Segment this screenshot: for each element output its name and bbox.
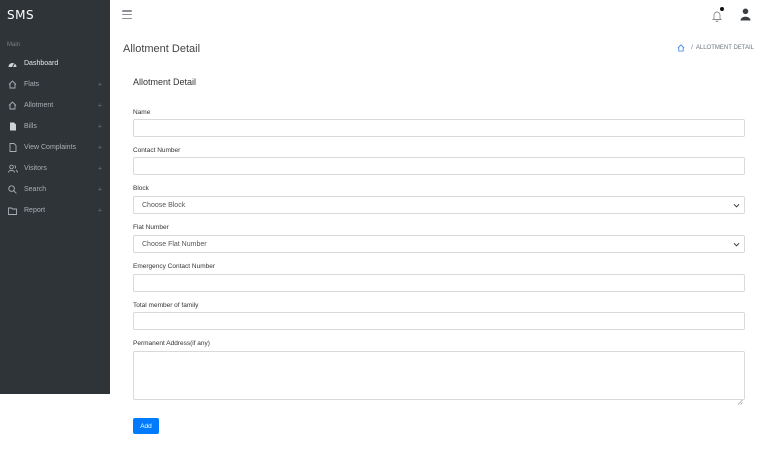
block-select-value: Choose Block (142, 201, 186, 209)
plus-icon: + (97, 186, 102, 193)
breadcrumb-separator: / (691, 45, 693, 51)
notification-dot (720, 7, 724, 11)
sidebar-item-view-complaints[interactable]: View Complaints + (0, 137, 110, 158)
plus-icon: + (97, 81, 102, 88)
sidebar-section-title: Main (7, 42, 21, 48)
dashboard-icon (7, 59, 18, 69)
topbar (110, 0, 768, 31)
plus-icon: + (97, 165, 102, 172)
emergency-contact-input[interactable] (133, 274, 745, 292)
permanent-address-textarea[interactable] (133, 351, 745, 405)
sidebar-item-dashboard[interactable]: Dashboard (0, 53, 110, 74)
sidebar-item-label: Bills (24, 123, 37, 130)
plus-icon: + (97, 207, 102, 214)
flat-number-select-value: Choose Flat Number (142, 240, 207, 248)
sidebar: SMS Main Dashboard Flats + Allotment + B… (0, 0, 110, 394)
emergency-contact-label: Emergency Contact Number (133, 263, 216, 270)
home-icon (7, 80, 18, 90)
hamburger-menu-icon[interactable] (122, 10, 132, 19)
home-icon (7, 101, 18, 111)
sidebar-item-flats[interactable]: Flats + (0, 74, 110, 95)
file-icon (7, 143, 18, 153)
add-button[interactable]: Add (133, 418, 159, 434)
sidebar-item-label: Search (24, 186, 47, 193)
sidebar-item-label: Visitors (24, 165, 47, 172)
chevron-down-icon (733, 202, 740, 209)
plus-icon: + (97, 123, 102, 130)
sidebar-item-search[interactable]: Search + (0, 179, 110, 200)
folder-icon (7, 206, 18, 216)
user-avatar-icon[interactable] (740, 8, 751, 21)
document-icon (7, 122, 18, 132)
contact-number-input[interactable] (133, 157, 745, 175)
family-members-input[interactable] (133, 312, 745, 330)
flat-number-label: Flat Number (133, 224, 169, 231)
home-icon[interactable] (677, 44, 685, 52)
family-members-label: Total member of family (133, 302, 199, 309)
breadcrumb-current: ALLOTMENT DETAIL (695, 45, 754, 51)
sidebar-item-visitors[interactable]: Visitors + (0, 158, 110, 179)
sidebar-item-bills[interactable]: Bills + (0, 116, 110, 137)
block-label: Block (133, 185, 149, 192)
permanent-address-label: Permanent Address(if any) (133, 340, 210, 347)
sidebar-item-label: Report (24, 207, 46, 214)
sidebar-item-allotment[interactable]: Allotment + (0, 95, 110, 116)
resize-grip-icon[interactable] (737, 392, 743, 405)
block-select[interactable]: Choose Block (133, 196, 745, 214)
search-icon (7, 185, 18, 195)
page-title: Allotment Detail (123, 43, 201, 55)
name-label: Name (133, 109, 151, 116)
brand-logo[interactable]: SMS (0, 0, 110, 31)
sidebar-item-label: Allotment (24, 102, 54, 109)
form-title: Allotment Detail (133, 77, 197, 87)
breadcrumb: / ALLOTMENT DETAIL (677, 44, 754, 52)
name-input[interactable] (133, 119, 745, 137)
plus-icon: + (97, 144, 102, 151)
contact-number-label: Contact Number (133, 147, 181, 154)
plus-icon: + (97, 102, 102, 109)
sidebar-item-label: Flats (24, 81, 40, 88)
sidebar-item-label: Dashboard (24, 60, 59, 67)
chevron-down-icon (733, 241, 740, 248)
users-icon (7, 164, 18, 174)
sidebar-item-report[interactable]: Report + (0, 200, 110, 221)
flat-number-select[interactable]: Choose Flat Number (133, 235, 745, 253)
sidebar-item-label: View Complaints (24, 144, 77, 151)
